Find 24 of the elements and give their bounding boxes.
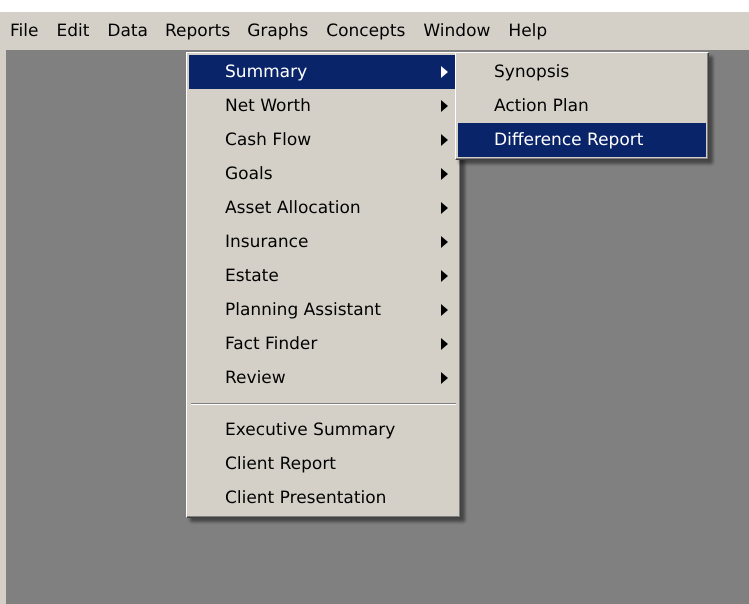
menu-item[interactable]: Summary	[189, 55, 458, 89]
menu-item[interactable]: Client Report	[189, 447, 458, 481]
menu-item[interactable]: Insurance	[189, 225, 458, 259]
menu-item[interactable]: Executive Summary	[189, 413, 458, 447]
menu-item[interactable]: Cash Flow	[189, 123, 458, 157]
menu-bar-item[interactable]: File	[2, 15, 46, 47]
menu-item[interactable]: Client Presentation	[189, 481, 458, 515]
menu-item[interactable]: Estate	[189, 259, 458, 293]
menu-item[interactable]: Net Worth	[189, 89, 458, 123]
menu-bar-item[interactable]: Help	[500, 15, 556, 47]
menu-item[interactable]: Synopsis	[458, 55, 706, 89]
menu-item[interactable]: Review	[189, 361, 458, 395]
menu-bar-item[interactable]: Graphs	[239, 15, 316, 47]
menu-item[interactable]: Planning Assistant	[189, 293, 458, 327]
menu-item[interactable]: Goals	[189, 157, 458, 191]
menu-bar-item[interactable]: Data	[99, 15, 156, 47]
menu-item[interactable]: Difference Report	[458, 123, 706, 157]
menu-bar-item[interactable]: Reports	[158, 16, 238, 46]
menu-item[interactable]: Fact Finder	[189, 327, 458, 361]
menu-bar-item[interactable]: Concepts	[318, 15, 414, 47]
menu-bar-item[interactable]: Window	[415, 15, 498, 47]
menu-item[interactable]: Action Plan	[458, 89, 706, 123]
menu-bar-item[interactable]: Edit	[48, 15, 98, 47]
menu-item[interactable]: Asset Allocation	[189, 191, 458, 225]
